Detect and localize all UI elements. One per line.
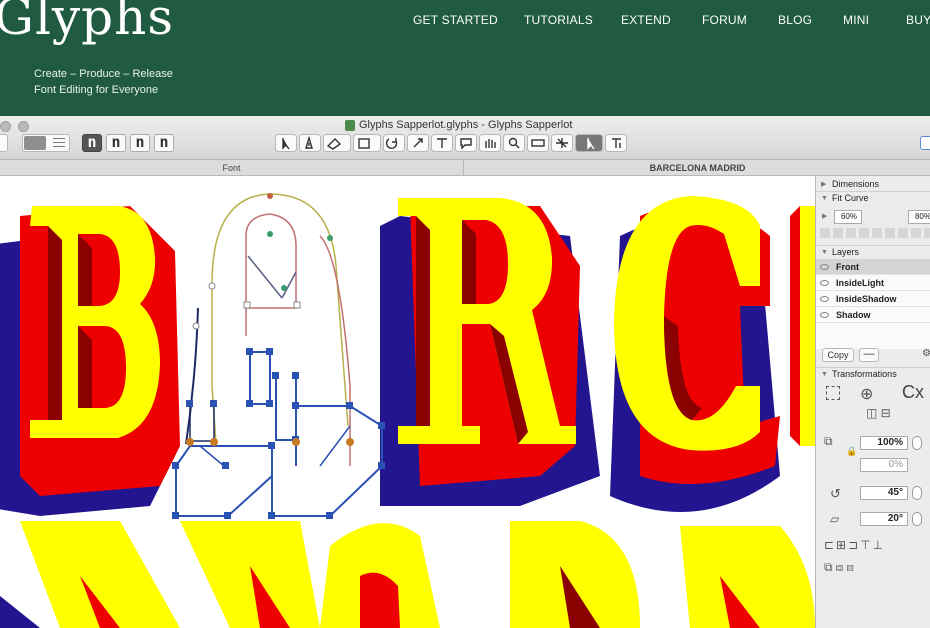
- slant-icon: ▱: [830, 512, 840, 526]
- glyph-layer-button-4[interactable]: n: [154, 134, 174, 152]
- stepper-icon[interactable]: [912, 512, 922, 526]
- remove-layer-button[interactable]: —: [859, 348, 879, 362]
- eye-icon[interactable]: [820, 264, 829, 270]
- copy-layer-button[interactable]: Copy: [822, 348, 854, 362]
- glyph-edit-canvas[interactable]: [0, 176, 815, 628]
- dimensions-label: Dimensions: [832, 179, 880, 189]
- slant-field[interactable]: 20°: [860, 512, 908, 526]
- flip-icons[interactable]: ◫ ⊟: [866, 406, 891, 420]
- disclosure-right-icon: ▶: [821, 181, 827, 188]
- scale-icon: ⧉: [824, 434, 833, 448]
- section-transformations[interactable]: ▼ Transformations: [816, 367, 930, 380]
- tagline-line-2: Font Editing for Everyone: [34, 84, 159, 96]
- gear-icon[interactable]: ⚙: [922, 348, 930, 359]
- hand-icon[interactable]: [479, 134, 501, 152]
- glyph-layer-button-2[interactable]: n: [106, 134, 126, 152]
- window-titlebar: Glyphs Sapperlot.glyphs - Glyphs Sapperl…: [0, 116, 930, 160]
- tool-bar: [275, 134, 667, 152]
- tab-bar: Font BARCELONA MADRID: [0, 160, 930, 176]
- glyph-outline-paths: [175, 193, 383, 517]
- section-dimensions[interactable]: ▶ Dimensions: [816, 178, 930, 191]
- eye-icon[interactable]: [820, 312, 829, 318]
- bounding-box-icon[interactable]: [826, 386, 840, 400]
- glyph-c: [610, 196, 815, 512]
- file-icon: [345, 120, 355, 131]
- layer-front[interactable]: Front: [816, 259, 930, 275]
- cursor-icon[interactable]: [275, 134, 297, 152]
- transformations-label: Transformations: [832, 369, 897, 379]
- glyph-row-bottom: [0, 521, 815, 628]
- eye-icon[interactable]: [820, 296, 829, 302]
- zoom-icon[interactable]: [503, 134, 525, 152]
- lock-icon[interactable]: 🔒: [846, 446, 857, 457]
- glyph-layer-button-3[interactable]: n: [130, 134, 150, 152]
- section-fit-curve[interactable]: ▼ Fit Curve: [816, 191, 930, 204]
- website-header: Glyphs Create – Produce – Release Font E…: [0, 0, 930, 116]
- window-minimize-button[interactable]: [18, 121, 29, 132]
- window-options-button[interactable]: [920, 136, 930, 150]
- nav-tutorials[interactable]: TUTORIALS: [524, 13, 593, 27]
- outline-nodes: [172, 193, 385, 519]
- stepper-icon[interactable]: [912, 486, 922, 500]
- rotate-field[interactable]: 45°: [860, 486, 908, 500]
- nav-forum[interactable]: FORUM: [702, 13, 747, 27]
- tab-font[interactable]: Font: [0, 160, 464, 176]
- nav-mini[interactable]: MINI: [843, 13, 869, 27]
- layers-empty-area: [816, 323, 930, 349]
- nav-extend[interactable]: EXTEND: [621, 13, 671, 27]
- fit-curve-disclosure-icon[interactable]: ▶: [822, 212, 827, 220]
- layer-insidelight[interactable]: InsideLight: [816, 275, 930, 291]
- grid-view-button[interactable]: [24, 136, 46, 150]
- tagline: Create – Produce – Release Font Editing …: [34, 66, 173, 98]
- rectangle-icon[interactable]: [353, 134, 381, 152]
- align-icons[interactable]: ⊏⊞⊐⊤⊥: [824, 538, 885, 552]
- window-title: Glyphs Sapperlot.glyphs - Glyphs Sapperl…: [359, 119, 573, 131]
- measure-icon[interactable]: [527, 134, 549, 152]
- window-close-button[interactable]: [0, 121, 11, 132]
- disclosure-down-icon: ▼: [821, 371, 828, 378]
- rotate-icon: ↺: [830, 486, 841, 501]
- tab-barcelona-madrid[interactable]: BARCELONA MADRID: [465, 160, 930, 176]
- disclosure-down-icon: ▼: [821, 249, 828, 256]
- stepper-icon[interactable]: [912, 436, 922, 450]
- eye-icon[interactable]: [820, 280, 829, 286]
- layer-name: InsideShadow: [836, 294, 897, 304]
- tagline-line-1: Create – Produce – Release: [34, 68, 173, 80]
- layers-label: Layers: [832, 247, 860, 257]
- nav-buy[interactable]: BUY: [906, 13, 930, 27]
- transform-origin-cx[interactable]: Cx: [902, 382, 924, 403]
- list-view-icon[interactable]: [53, 138, 65, 139]
- fit-curve-buttons[interactable]: [820, 228, 930, 238]
- layer-insideshadow[interactable]: InsideShadow: [816, 291, 930, 307]
- view-mode-segmented: [22, 134, 70, 152]
- eraser-icon[interactable]: [323, 134, 351, 152]
- layer-name: Front: [836, 262, 859, 272]
- layer-name: Shadow: [836, 310, 871, 320]
- scale-secondary-field[interactable]: 0%: [860, 458, 908, 472]
- scale-field[interactable]: 100%: [860, 436, 908, 450]
- glyphs-logo[interactable]: Glyphs: [0, 0, 174, 46]
- layer-shadow[interactable]: Shadow: [816, 307, 930, 323]
- fit-curve-label: Fit Curve: [832, 193, 869, 203]
- annotation-icon[interactable]: [455, 134, 477, 152]
- section-layers[interactable]: ▼ Layers: [816, 245, 930, 258]
- boolean-ops-icons[interactable]: ⧉⧈⧇: [824, 560, 857, 575]
- fit-curve-max-field[interactable]: 80%: [908, 210, 930, 224]
- nav-blog[interactable]: BLOG: [778, 13, 812, 27]
- nav-get-started[interactable]: GET STARTED: [413, 13, 498, 27]
- inspector-panel: ▶ Dimensions ▼ Fit Curve ▶ 60% 80% ▼ Layers…: [815, 176, 930, 628]
- fit-curve-min-field[interactable]: 60%: [834, 210, 862, 224]
- disclosure-down-icon: ▼: [821, 195, 828, 202]
- layer-name: InsideLight: [836, 278, 884, 288]
- glyph-b: [0, 206, 180, 516]
- sidebar-toggle-button[interactable]: [0, 134, 8, 152]
- origin-crosshair-icon[interactable]: ⊕: [860, 384, 873, 404]
- glyph-layer-button-1[interactable]: n: [82, 134, 102, 152]
- glyph-r: [380, 198, 600, 506]
